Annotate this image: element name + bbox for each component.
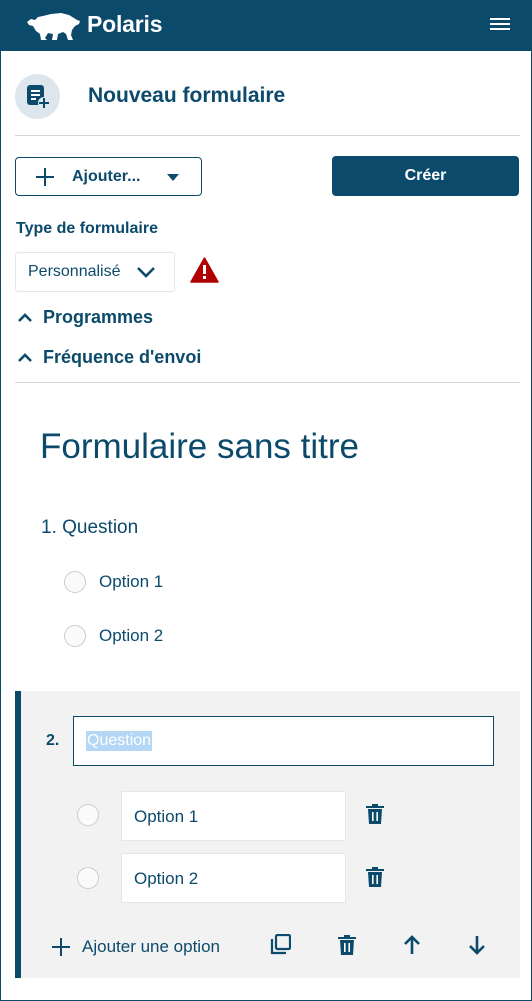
- warning-triangle-icon: [190, 257, 219, 283]
- arrow-down-icon[interactable]: [467, 935, 487, 955]
- option-input[interactable]: Option 1: [121, 791, 346, 841]
- arrow-up-icon[interactable]: [402, 935, 422, 955]
- question-title-input[interactable]: Question: [73, 716, 494, 766]
- app-name: Polaris: [87, 11, 163, 37]
- section-label: Fréquence d'envoi: [43, 347, 202, 367]
- form-type-label: Type de formulaire: [16, 220, 158, 237]
- radio-button[interactable]: [77, 867, 99, 889]
- plus-icon: [36, 168, 54, 186]
- option-input[interactable]: Option 2: [121, 853, 346, 903]
- trash-icon[interactable]: [366, 804, 384, 824]
- form-type-value: Personnalisé: [28, 263, 121, 280]
- add-dropdown-label: Ajouter...: [72, 168, 141, 185]
- preview-option-label: Option 2: [99, 626, 164, 645]
- divider: [15, 135, 520, 136]
- divider: [15, 382, 520, 383]
- section-label: Programmes: [43, 307, 154, 327]
- section-toggle-frequence[interactable]: Fréquence d'envoi: [15, 345, 225, 371]
- preview-option-label: Option 1: [99, 572, 164, 591]
- radio-button[interactable]: [64, 571, 86, 593]
- form-type-select[interactable]: Personnalisé: [15, 252, 175, 292]
- question-number: 2.: [46, 732, 60, 749]
- hamburger-menu-icon[interactable]: [486, 15, 514, 37]
- add-dropdown-button[interactable]: Ajouter...: [15, 157, 202, 196]
- selected-text: Question: [86, 731, 153, 751]
- app-header: Polaris: [0, 0, 532, 51]
- add-option-button[interactable]: Ajouter une option: [49, 935, 244, 961]
- trash-icon[interactable]: [366, 867, 384, 887]
- trash-icon[interactable]: [338, 935, 356, 955]
- polar-bear-logo-icon: [27, 13, 80, 40]
- radio-button[interactable]: [64, 625, 86, 647]
- form-add-icon: [15, 74, 60, 119]
- chevron-up-icon: [18, 353, 32, 362]
- chevron-down-icon: [137, 267, 155, 278]
- duplicate-icon[interactable]: [270, 934, 291, 955]
- chevron-up-icon: [18, 313, 32, 322]
- page-title: Nouveau formulaire: [88, 84, 286, 107]
- add-option-label: Ajouter une option: [82, 937, 220, 956]
- form-preview-title: Formulaire sans titre: [40, 427, 359, 466]
- plus-icon: [52, 938, 70, 956]
- section-toggle-programmes[interactable]: Programmes: [15, 305, 175, 331]
- option-input-value: Option 1: [134, 807, 199, 826]
- caret-down-icon: [167, 174, 179, 181]
- option-input-value: Option 2: [134, 869, 199, 888]
- preview-question-label: 1. Question: [41, 517, 139, 538]
- create-button[interactable]: Créer: [332, 156, 519, 196]
- radio-button[interactable]: [77, 804, 99, 826]
